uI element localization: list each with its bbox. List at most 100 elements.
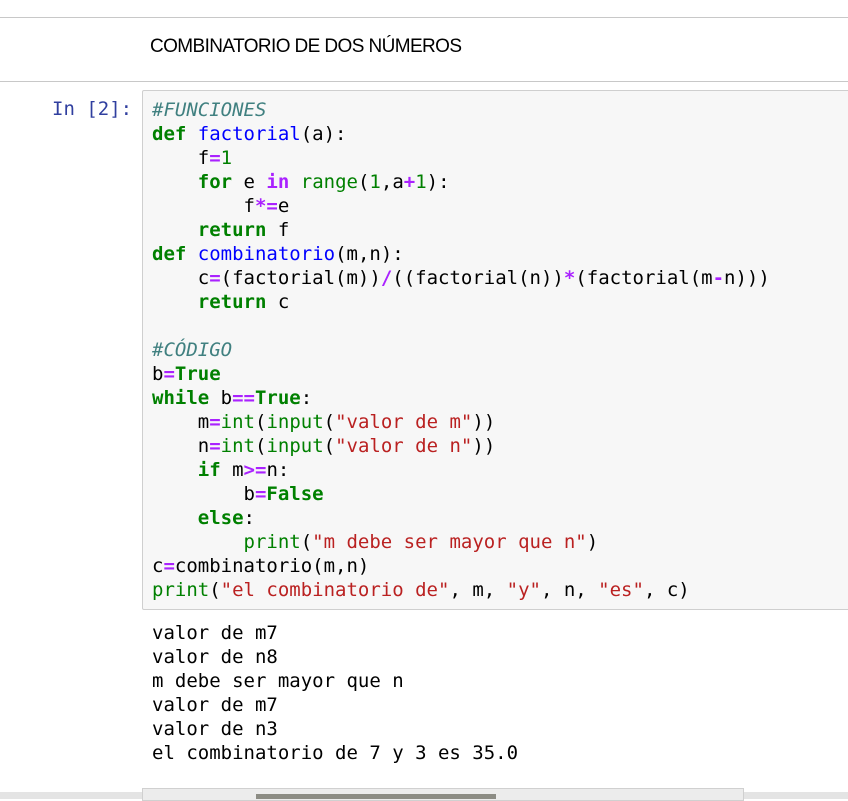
cell-output: valor de m7 valor de n8 m debe ser mayor q… <box>152 621 518 765</box>
code-token: #CÓDIGO <box>152 339 233 361</box>
output-line: el combinatorio de 7 y 3 es 35.0 <box>152 742 519 764</box>
output-line: m debe ser mayor que n <box>152 670 404 692</box>
code-token: e <box>277 195 290 217</box>
code-token: (factorial(m <box>575 267 713 289</box>
code-token: combinatorio(m,n) <box>174 555 370 577</box>
code-line: def factorial(a): <box>152 122 770 146</box>
code-line: f=1 <box>152 146 770 170</box>
code-token: : <box>300 387 313 409</box>
code-line: print("m debe ser mayor que n") <box>152 530 770 554</box>
code-token: *= <box>254 195 278 217</box>
code-token: n))) <box>724 267 770 289</box>
output-line: valor de m7 <box>152 694 278 716</box>
code-line: else: <box>152 506 770 530</box>
code-token: 1 <box>220 147 233 169</box>
code-token: = <box>209 267 221 289</box>
code-token: , c) <box>643 579 690 601</box>
output-line: valor de n8 <box>152 646 278 668</box>
code-token: ( <box>323 435 336 457</box>
code-token: c <box>152 267 210 289</box>
code-token: ) <box>586 531 599 553</box>
code-token: , n, <box>540 579 599 601</box>
code-token: int <box>220 435 255 457</box>
code-token: = <box>163 363 175 385</box>
code-token: = <box>209 147 221 169</box>
code-token: factorial <box>197 123 301 145</box>
code-token: f <box>152 147 210 169</box>
code-line: return c <box>152 290 770 314</box>
code-token: m <box>220 459 244 481</box>
code-token: ( <box>300 531 313 553</box>
code-token: #FUNCIONES <box>152 99 267 121</box>
code-token: "es" <box>598 579 644 601</box>
code-line: #FUNCIONES <box>152 98 770 122</box>
code-token: ( <box>254 435 267 457</box>
code-token: print <box>243 531 301 553</box>
code-line: m=int(input("valor de m")) <box>152 410 770 434</box>
code-token: 1 <box>369 171 381 193</box>
output-line: valor de n3 <box>152 718 278 740</box>
code-line: return f <box>152 218 770 242</box>
code-token: - <box>712 267 725 289</box>
code-token: 1 <box>415 171 427 193</box>
code-token: == <box>232 387 255 409</box>
code-token: (a): <box>300 123 347 145</box>
code-token: n <box>152 435 210 457</box>
code-line: for e in range(1,a+1): <box>152 170 770 194</box>
code-token: "m debe ser mayor que n" <box>312 531 587 553</box>
code-token: c <box>266 291 290 313</box>
code-token: "el combinatorio de" <box>220 579 450 601</box>
code-token: ( <box>357 171 370 193</box>
code-token: m <box>152 411 210 433</box>
code-token: ( <box>254 411 267 433</box>
code-token: True <box>174 363 221 385</box>
code-token: (factorial(m)) <box>220 267 381 289</box>
code-token: if <box>197 459 221 481</box>
code-token: "valor de n" <box>335 435 473 457</box>
code-token: (m,n): <box>335 243 404 265</box>
code-token: combinatorio <box>197 243 336 265</box>
code-token: ): <box>426 171 450 193</box>
code-line: def combinatorio(m,n): <box>152 242 770 266</box>
code-token: True <box>254 387 301 409</box>
code-line: if m>=n: <box>152 458 770 482</box>
code-token: while <box>152 387 210 409</box>
code-token: range <box>300 171 358 193</box>
code-token: "y" <box>506 579 541 601</box>
code-token: , m, <box>449 579 507 601</box>
code-line: n=int(input("valor de n")) <box>152 434 770 458</box>
code-token: return <box>197 291 267 313</box>
code-token: = <box>209 411 221 433</box>
output-line: valor de m7 <box>152 622 278 644</box>
code-token: int <box>220 411 255 433</box>
scrollbar-thumb[interactable] <box>256 794 496 799</box>
input-prompt: In [2]: <box>52 98 133 120</box>
code-token: e <box>232 171 267 193</box>
cell-divider <box>0 81 848 82</box>
code-token: else <box>197 507 244 529</box>
code-token: + <box>403 171 416 193</box>
code-token: ( <box>323 411 336 433</box>
code-token: n: <box>266 459 290 481</box>
code-editor[interactable]: #FUNCIONES def factorial(a): f=1 for e in… <box>152 98 770 602</box>
code-token: )) <box>472 411 496 433</box>
code-token: = <box>163 555 175 577</box>
code-line: c=combinatorio(m,n) <box>152 554 770 578</box>
code-token: input <box>266 435 324 457</box>
code-token: b <box>152 363 164 385</box>
code-line: c=(factorial(m))/((factorial(n))*(factor… <box>152 266 770 290</box>
code-token: / <box>380 267 393 289</box>
code-token: c <box>152 555 164 577</box>
code-token: b <box>152 483 255 505</box>
code-token: print <box>152 579 210 601</box>
code-line: f*=e <box>152 194 770 218</box>
code-line: b=False <box>152 482 770 506</box>
code-token: for <box>197 171 233 193</box>
code-token: def <box>152 123 187 145</box>
